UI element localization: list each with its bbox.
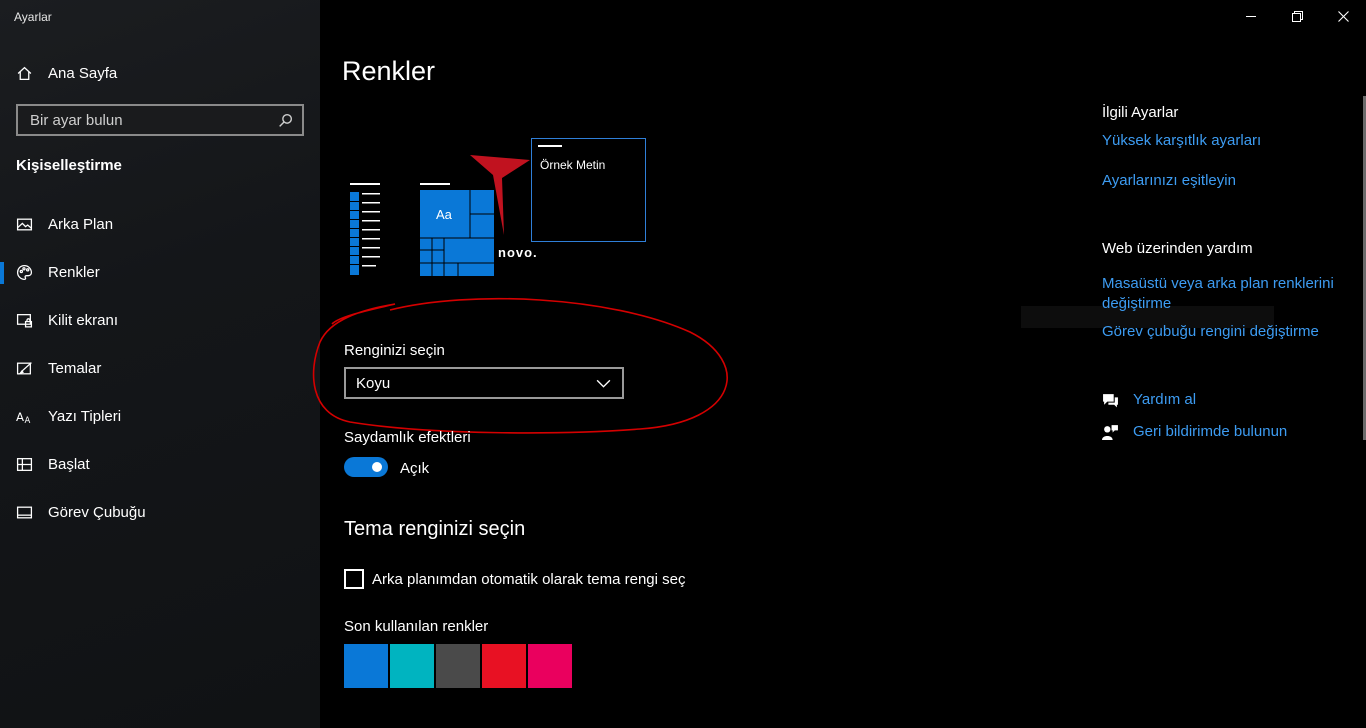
transparency-label: Saydamlık efektleri <box>344 429 471 446</box>
taskbar-icon <box>16 504 33 521</box>
color-swatch[interactable] <box>344 644 388 688</box>
start-icon <box>16 456 33 473</box>
preview-sample-text: Örnek Metin <box>540 158 606 172</box>
feedback-label: Geri bildirimde bulunun <box>1133 423 1288 440</box>
web-help-title: Web üzerinden yardım <box>1102 240 1253 257</box>
sidebar-item-label: Görev Çubuğu <box>48 503 146 521</box>
color-swatch[interactable] <box>528 644 572 688</box>
feedback-icon <box>1102 424 1119 441</box>
preview-tile-text: Aa <box>436 207 452 222</box>
svg-text:A: A <box>25 415 31 424</box>
theme-color-title: Tema renginizi seçin <box>344 518 526 540</box>
sidebar-item-kilit-ekrani[interactable]: Kilit ekranı <box>0 296 320 344</box>
minimize-icon <box>1245 15 1256 17</box>
search-icon[interactable] <box>277 112 294 129</box>
recent-colors-title: Son kullanılan renkler <box>344 618 489 635</box>
transparency-state: Açık <box>400 460 430 477</box>
preview-wallpaper-text: novo. <box>498 245 538 260</box>
choose-color-label: Renginizi seçin <box>344 342 445 359</box>
auto-color-checkbox[interactable] <box>344 569 364 589</box>
search-input[interactable] <box>28 110 277 130</box>
recent-colors <box>344 644 572 688</box>
home-nav-item[interactable]: Ana Sayfa <box>16 62 117 84</box>
sidebar-item-label: Yazı Tipleri <box>48 407 122 425</box>
preview-start-list <box>350 183 380 275</box>
dropdown-value: Koyu <box>356 374 391 392</box>
preview-tiles <box>420 183 494 276</box>
sidebar-nav: Arka Plan Renkler Kilit ekranı Temalar A… <box>0 200 320 536</box>
sidebar-item-baslat[interactable]: Başlat <box>0 440 320 488</box>
sync-settings-link[interactable]: Ayarlarınızı eşitleyin <box>1102 171 1236 191</box>
high-contrast-link[interactable]: Yüksek karşıtlık ayarları <box>1102 131 1261 151</box>
sidebar-item-label: Temalar <box>48 359 102 377</box>
close-button[interactable] <box>1320 0 1366 32</box>
sidebar-item-temalar[interactable]: Temalar <box>0 344 320 392</box>
picture-icon <box>16 216 33 233</box>
color-swatch[interactable] <box>436 644 480 688</box>
help-label: Yardım al <box>1133 391 1197 408</box>
search-box[interactable] <box>16 104 304 136</box>
themes-icon <box>16 360 33 377</box>
sidebar-item-label: Başlat <box>48 455 90 473</box>
chevron-down-icon <box>595 375 612 392</box>
color-mode-dropdown[interactable]: Koyu <box>344 367 624 399</box>
sidebar-item-renkler[interactable]: Renkler <box>0 248 320 296</box>
home-label: Ana Sayfa <box>48 64 118 82</box>
close-icon <box>1337 10 1349 22</box>
help-item[interactable]: Yardım al <box>1102 390 1196 410</box>
sidebar-item-label: Kilit ekranı <box>48 311 119 329</box>
app-title: Ayarlar <box>14 10 52 24</box>
sidebar-item-label: Arka Plan <box>48 215 114 233</box>
home-icon <box>16 65 33 82</box>
sidebar: Ayarlar Ana Sayfa Kişiselleştirme Arka P… <box>0 0 320 728</box>
help-chat-icon <box>1102 392 1119 409</box>
taskbar-color-link[interactable]: Görev çubuğu rengini değiştirme <box>1102 322 1319 342</box>
transparency-toggle[interactable] <box>344 457 388 477</box>
desktop-colors-link[interactable]: Masaüstü veya arka plan renklerini değiş… <box>1102 274 1342 314</box>
maximize-icon <box>1291 10 1303 22</box>
sidebar-item-arka-plan[interactable]: Arka Plan <box>0 200 320 248</box>
page-title: Renkler <box>342 56 436 86</box>
sidebar-item-yazi-tipleri[interactable]: AA Yazı Tipleri <box>0 392 320 440</box>
sidebar-item-gorev-cubugu[interactable]: Görev Çubuğu <box>0 488 320 536</box>
maximize-button[interactable] <box>1274 0 1320 32</box>
minimize-button[interactable] <box>1228 0 1274 32</box>
lock-screen-icon <box>16 312 33 329</box>
auto-color-label: Arka planımdan otomatik olarak tema reng… <box>372 571 686 588</box>
sidebar-item-label: Renkler <box>48 263 100 281</box>
palette-icon <box>16 264 33 281</box>
color-swatch[interactable] <box>390 644 434 688</box>
feedback-item[interactable]: Geri bildirimde bulunun <box>1102 422 1287 442</box>
annotation-circle <box>312 297 728 434</box>
theme-preview: Aa Örnek Metin novo. <box>340 135 660 280</box>
fonts-icon: AA <box>16 408 33 424</box>
related-settings-title: İlgili Ayarlar <box>1102 104 1179 121</box>
svg-text:A: A <box>16 409 24 423</box>
window-controls <box>1228 0 1366 32</box>
section-title: Kişiselleştirme <box>16 157 122 174</box>
color-swatch[interactable] <box>482 644 526 688</box>
